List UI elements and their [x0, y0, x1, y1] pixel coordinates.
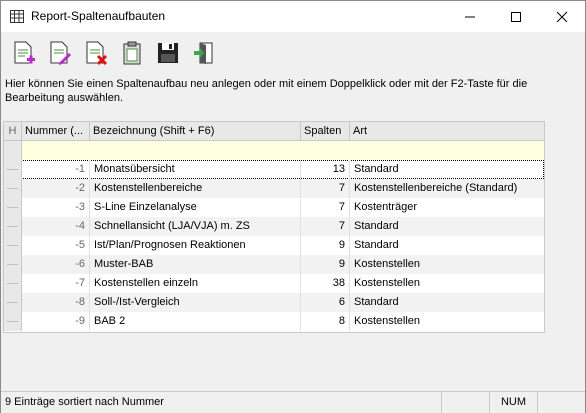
- cell-nummer: -5: [22, 236, 90, 255]
- cell-bezeichnung: Soll-/Ist-Vergleich: [90, 293, 301, 312]
- cell-spalten: 9: [301, 236, 350, 255]
- column-header-art: Art: [353, 125, 368, 137]
- cell-art: Kostenstellenbereiche (Standard): [354, 182, 518, 194]
- num-indicator: NUM: [490, 392, 538, 413]
- cell-spalten: 7: [301, 198, 350, 217]
- cell-bezeichnung: Kostenstellen einzeln: [90, 274, 301, 293]
- table-row[interactable]: -2 Kostenstellenbereiche 7 Kostenstellenber…: [4, 179, 544, 198]
- filter-row[interactable]: [4, 141, 544, 160]
- cell-bezeichnung: Muster-BAB: [90, 255, 301, 274]
- paste-button[interactable]: [119, 40, 145, 66]
- close-button[interactable]: [539, 1, 585, 32]
- paste-icon: [123, 41, 141, 65]
- report-window: Report-Spaltenaufbauten Hier können Sie …: [0, 0, 586, 413]
- edit-icon: [50, 41, 71, 65]
- column-layout-table[interactable]: H Nummer (... Bezeichnung (Shift + F6) S…: [3, 121, 545, 333]
- cell-spalten: 13: [301, 160, 350, 179]
- exit-button[interactable]: [191, 40, 217, 66]
- cell-nummer: -9: [22, 312, 90, 331]
- new-button[interactable]: [11, 40, 37, 66]
- row-header[interactable]: [4, 160, 22, 179]
- cell-bezeichnung: BAB 2: [90, 312, 301, 331]
- table-row[interactable]: -6 Muster-BAB 9 Kostenstellen: [4, 255, 544, 274]
- status-bar: 9 Einträge sortiert nach Nummer NUM: [1, 391, 585, 413]
- status-empty-panel: [442, 392, 490, 413]
- row-header[interactable]: [4, 293, 22, 312]
- column-header-bezeichnung[interactable]: Bezeichnung (Shift + F6): [90, 122, 301, 140]
- cell-nummer: -8: [22, 293, 90, 312]
- cell-bezeichnung: Schnellansicht (LJA/VJA) m. ZS: [90, 217, 301, 236]
- table-row[interactable]: -1 Monatsübersicht 13 Standard: [4, 160, 544, 179]
- maximize-button[interactable]: [493, 1, 539, 32]
- cell-art: Kostenstellen: [354, 315, 421, 327]
- cell-bezeichnung: S-Line Einzelanalyse: [90, 198, 301, 217]
- cell-nummer: -7: [22, 274, 90, 293]
- minimize-button[interactable]: [447, 1, 493, 32]
- edit-button[interactable]: [47, 40, 73, 66]
- row-header-marker: H: [4, 122, 22, 140]
- table-row[interactable]: -7 Kostenstellen einzeln 38 Kostenstellen: [4, 274, 544, 293]
- cell-art: Standard: [354, 239, 399, 251]
- table-row[interactable]: -9 BAB 2 8 Kostenstellen: [4, 312, 544, 331]
- cell-art: Kostenstellen: [354, 258, 421, 270]
- cell-nummer: -6: [22, 255, 90, 274]
- table-header: H Nummer (... Bezeichnung (Shift + F6) S…: [4, 122, 544, 141]
- new-icon: [14, 41, 35, 64]
- cell-nummer: -2: [22, 179, 90, 198]
- row-header[interactable]: [4, 198, 22, 217]
- status-empty-panel-2: [538, 392, 585, 413]
- description-text: Hier können Sie einen Spaltenaufbau neu …: [5, 78, 528, 104]
- table-row[interactable]: -5 Ist/Plan/Prognosen Reaktionen 9 Standard: [4, 236, 544, 255]
- row-header[interactable]: [4, 274, 22, 293]
- cell-spalten: 8: [301, 312, 350, 331]
- cell-spalten: 38: [301, 274, 350, 293]
- cell-bezeichnung: Ist/Plan/Prognosen Reaktionen: [90, 236, 301, 255]
- column-header-spalten[interactable]: Spalten: [301, 122, 350, 140]
- table-icon: [10, 10, 24, 23]
- delete-icon: [86, 41, 108, 66]
- window-title: Report-Spaltenaufbauten: [31, 9, 166, 23]
- row-header[interactable]: [4, 236, 22, 255]
- cell-art: Standard: [354, 163, 399, 175]
- cell-spalten: 7: [301, 179, 350, 198]
- row-header[interactable]: [4, 312, 22, 331]
- cell-nummer: -3: [22, 198, 90, 217]
- cell-nummer: -4: [22, 217, 90, 236]
- row-header[interactable]: [4, 217, 22, 236]
- cell-art: Standard: [354, 296, 399, 308]
- cell-art: Kostenstellen: [354, 277, 421, 289]
- table-row[interactable]: -8 Soll-/Ist-Vergleich 6 Standard: [4, 293, 544, 312]
- cell-spalten: 9: [301, 255, 350, 274]
- maximize-icon: [511, 11, 521, 22]
- title-bar[interactable]: Report-Spaltenaufbauten: [1, 1, 585, 32]
- cell-spalten: 6: [301, 293, 350, 312]
- toolbar: [1, 32, 585, 72]
- row-header[interactable]: [4, 179, 22, 198]
- cell-art: Standard: [354, 220, 399, 232]
- row-header[interactable]: [4, 255, 22, 274]
- delete-button[interactable]: [83, 40, 109, 66]
- table-row[interactable]: -4 Schnellansicht (LJA/VJA) m. ZS 7 Standar…: [4, 217, 544, 236]
- minimize-icon: [465, 16, 475, 17]
- exit-icon: [194, 42, 213, 64]
- save-button[interactable]: [155, 40, 181, 66]
- close-icon: [556, 11, 568, 22]
- save-icon: [158, 43, 178, 63]
- cell-nummer: -1: [22, 160, 90, 179]
- status-text: 9 Einträge sortiert nach Nummer: [1, 392, 442, 413]
- cell-spalten: 7: [301, 217, 350, 236]
- table-row[interactable]: -3 S-Line Einzelanalyse 7 Kostenträger: [4, 198, 544, 217]
- cell-art: Kostenträger: [354, 201, 417, 213]
- cell-bezeichnung: Monatsübersicht: [90, 160, 301, 179]
- cell-bezeichnung: Kostenstellenbereiche: [90, 179, 301, 198]
- column-header-nummer[interactable]: Nummer (...: [22, 122, 90, 140]
